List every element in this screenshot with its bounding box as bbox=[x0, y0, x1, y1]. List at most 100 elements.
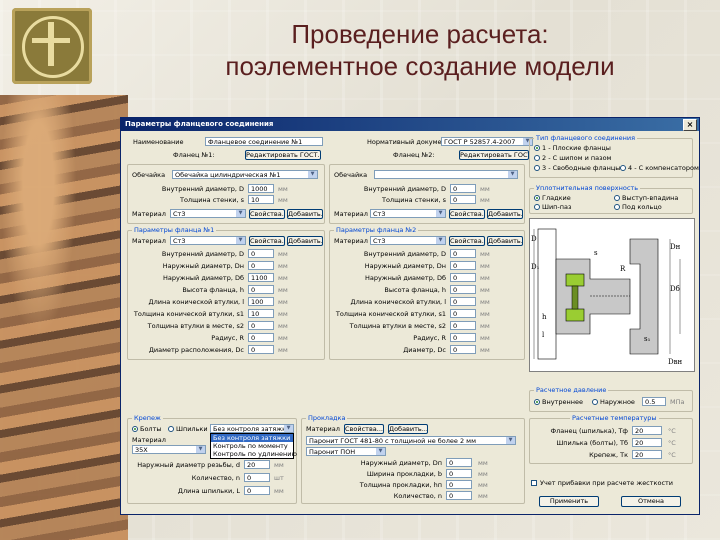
temps-group: Расчетные температуры Фланец (шпилька), … bbox=[529, 414, 693, 464]
tightening-control-dropdown[interactable]: Без контроля затяжки Контроль по моменту… bbox=[210, 433, 297, 459]
pressure-group: Расчетное давление Внутреннее Наружное 0… bbox=[529, 386, 693, 412]
gasket-row-1-input[interactable]: 0 bbox=[446, 469, 472, 478]
flange1-row-4-input[interactable]: 100 bbox=[248, 297, 274, 306]
title-line-2: поэлементное создание модели bbox=[225, 51, 615, 81]
gasket-props-button[interactable]: Свойства... bbox=[344, 424, 384, 434]
fastener-radio-studs[interactable] bbox=[168, 426, 174, 432]
dropdown-option-1[interactable]: Без контроля затяжки bbox=[211, 434, 293, 442]
apply-button[interactable]: Применить bbox=[539, 496, 599, 507]
diagram-label-D: D bbox=[531, 235, 537, 243]
conn-type-radio-4[interactable] bbox=[620, 165, 626, 171]
shell2-select[interactable] bbox=[374, 170, 518, 179]
flange1-row-4-unit: мм bbox=[278, 298, 288, 306]
pressure-radio-external[interactable] bbox=[592, 399, 598, 405]
diagram-label-s: s bbox=[594, 249, 598, 257]
gasket-row-2-label: Толщина прокладки, hп bbox=[359, 481, 442, 489]
fastener-row-0-input[interactable]: 20 bbox=[244, 460, 270, 469]
gasket-group: Прокладка Материал Свойства... Добавить.… bbox=[301, 414, 525, 504]
flange2-row-5-input[interactable]: 0 bbox=[450, 309, 476, 318]
dropdown-option-3[interactable]: Контроль по удлинению bbox=[211, 450, 297, 458]
name-input[interactable]: Фланцевое соединение №1 bbox=[205, 137, 323, 146]
flange1-row-3-input[interactable]: 0 bbox=[248, 285, 274, 294]
fastener-material-select[interactable]: 35Х bbox=[132, 445, 206, 454]
flange1-row-0-input[interactable]: 0 bbox=[248, 249, 274, 258]
flange2-row-1-input[interactable]: 0 bbox=[450, 261, 476, 270]
fastener-radio-bolts[interactable] bbox=[132, 426, 138, 432]
flange1-row-2-input[interactable]: 1100 bbox=[248, 273, 274, 282]
pressure-input[interactable]: 0.5 bbox=[642, 397, 666, 406]
shell1-material-select[interactable]: Ст3 bbox=[170, 209, 246, 218]
seal-radio-4[interactable] bbox=[614, 204, 620, 210]
gasket-row-3-input[interactable]: 0 bbox=[446, 491, 472, 500]
seal-option-3: Выступ-впадина bbox=[622, 194, 679, 202]
standard-select[interactable]: ГОСТ Р 52857.4-2007 bbox=[441, 137, 533, 146]
temp-row-0-input[interactable]: 20 bbox=[632, 426, 662, 435]
shell2-add-button[interactable]: Добавить... bbox=[487, 209, 523, 219]
gasket-row-0-input[interactable]: 0 bbox=[446, 458, 472, 467]
pressure-radio-internal[interactable] bbox=[534, 399, 540, 405]
shell1-select[interactable]: Обечайка цилиндрическая №1 bbox=[172, 170, 318, 179]
gasket-type-select[interactable]: Паронит ПОН bbox=[306, 447, 386, 456]
conn-type-radio-3[interactable] bbox=[534, 165, 540, 171]
flange2-props-button[interactable]: Свойства... bbox=[449, 236, 485, 246]
seal-surface-title: Уплотнительная поверхность bbox=[534, 184, 641, 192]
flange1-row-2-label: Наружный диаметр, Dб bbox=[162, 274, 244, 282]
conn-type-group: Тип фланцевого соединения 1 - Плоские фл… bbox=[529, 134, 699, 178]
flange1-row-1-input[interactable]: 0 bbox=[248, 261, 274, 270]
flange1-row-6-input[interactable]: 0 bbox=[248, 321, 274, 330]
flange2-row-2-input[interactable]: 0 bbox=[450, 273, 476, 282]
flange2-row-3-input[interactable]: 0 bbox=[450, 285, 476, 294]
shell2-row-1-input[interactable]: 0 bbox=[450, 195, 476, 204]
shell1-row-1-input[interactable]: 10 bbox=[248, 195, 274, 204]
shell2-group: Обечайка Внутренний диаметр, D 0 мм Толщ… bbox=[329, 164, 525, 224]
temp-row-0-unit: °С bbox=[668, 427, 676, 435]
flange1-row-2-unit: мм bbox=[278, 274, 288, 282]
conn-type-radio-1[interactable] bbox=[534, 145, 540, 151]
temp-row-2-label: Крепеж, Тк bbox=[589, 451, 628, 459]
fastener-row-1-input[interactable]: 0 bbox=[244, 473, 270, 482]
temp-row-2-input[interactable]: 20 bbox=[632, 450, 662, 459]
temp-row-1-input[interactable]: 20 bbox=[632, 438, 662, 447]
flange2-row-4-input[interactable]: 0 bbox=[450, 297, 476, 306]
pressure-internal-label: Внутреннее bbox=[542, 398, 583, 406]
shell1-row-0-input[interactable]: 1000 bbox=[248, 184, 274, 193]
flange2-row-8-input[interactable]: 0 bbox=[450, 345, 476, 354]
seal-radio-1[interactable] bbox=[534, 195, 540, 201]
shell2-props-button[interactable]: Свойства... bbox=[449, 209, 485, 219]
gasket-title: Прокладка bbox=[306, 414, 348, 422]
shell1-props-button[interactable]: Свойства... bbox=[249, 209, 285, 219]
fastener-row-2-input[interactable]: 0 bbox=[244, 486, 270, 495]
conn-type-radio-2[interactable] bbox=[534, 155, 540, 161]
flange1-row-8-unit: мм bbox=[278, 346, 288, 354]
flange1-row-8-input[interactable]: 0 bbox=[248, 345, 274, 354]
flange2-row-0-input[interactable]: 0 bbox=[450, 249, 476, 258]
close-button[interactable]: × bbox=[683, 119, 697, 131]
flange2-material-select[interactable]: Ст3 bbox=[370, 236, 446, 245]
gasket-add-button[interactable]: Добавить... bbox=[388, 424, 428, 434]
temp-row-1-unit: °С bbox=[668, 439, 676, 447]
tightening-control-select[interactable]: Без контроля затяжки bbox=[210, 424, 294, 433]
title-line-1: Проведение расчета: bbox=[291, 19, 549, 49]
shell1-add-button[interactable]: Добавить... bbox=[287, 209, 323, 219]
flange1-row-7-input[interactable]: 0 bbox=[248, 333, 274, 342]
allowance-checkbox[interactable] bbox=[531, 480, 537, 486]
flange2-add-button[interactable]: Добавить... bbox=[487, 236, 523, 246]
shell2-material-select[interactable]: Ст3 bbox=[370, 209, 446, 218]
flange1-edit-button[interactable]: Редактировать ГОСТ... bbox=[245, 150, 321, 160]
gasket-select[interactable]: Паронит ГОСТ 481-80 с толщиной не более … bbox=[306, 436, 516, 445]
flange1-row-5-input[interactable]: 10 bbox=[248, 309, 274, 318]
flange2-row-6-input[interactable]: 0 bbox=[450, 321, 476, 330]
shell2-row-0-input[interactable]: 0 bbox=[450, 184, 476, 193]
temp-row-0-label: Фланец (шпилька), Тф bbox=[550, 427, 628, 435]
cancel-button[interactable]: Отмена bbox=[621, 496, 681, 507]
gasket-row-2-input[interactable]: 0 bbox=[446, 480, 472, 489]
flange2-edit-button[interactable]: Редактировать ГОСТ... bbox=[459, 150, 529, 160]
flange1-add-button[interactable]: Добавить... bbox=[287, 236, 323, 246]
dropdown-option-2[interactable]: Контроль по моменту bbox=[211, 442, 293, 450]
diagram-label-h: h bbox=[542, 313, 547, 321]
flange1-props-button[interactable]: Свойства... bbox=[249, 236, 285, 246]
seal-radio-3[interactable] bbox=[614, 195, 620, 201]
flange1-material-select[interactable]: Ст3 bbox=[170, 236, 246, 245]
flange2-row-7-input[interactable]: 0 bbox=[450, 333, 476, 342]
seal-radio-2[interactable] bbox=[534, 204, 540, 210]
